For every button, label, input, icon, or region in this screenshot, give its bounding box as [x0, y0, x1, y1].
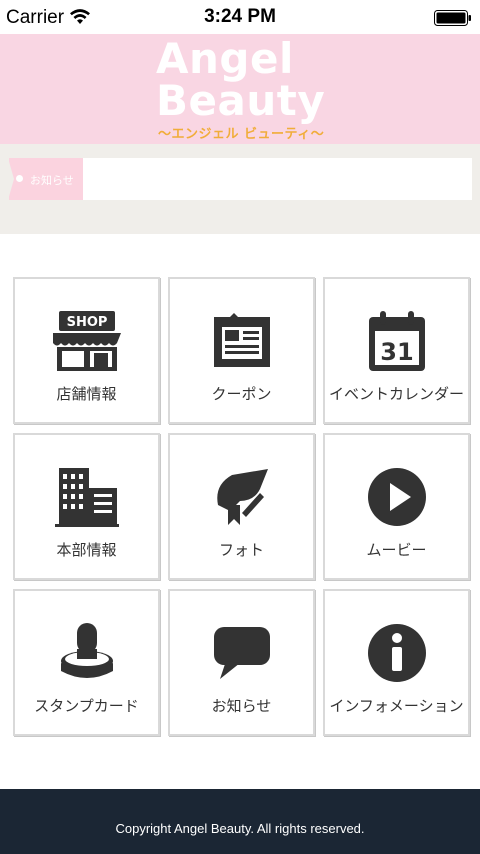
- notice-tag-label: お知らせ: [30, 174, 74, 187]
- menu-label: インフォメーション: [329, 697, 464, 715]
- menu-label: フォト: [218, 541, 264, 559]
- battery-icon: [434, 10, 471, 26]
- speech-bubble-icon: [170, 621, 313, 685]
- menu-label: スタンプカード: [34, 697, 139, 715]
- menu-label: イベントカレンダー: [328, 385, 464, 403]
- calendar-icon-text: 31: [380, 338, 413, 366]
- brand-line-1: Angel: [156, 34, 294, 83]
- notice-ticker[interactable]: お知らせ: [8, 158, 472, 200]
- status-bar: Carrier 3:24 PM: [0, 0, 480, 34]
- stamp-icon: [15, 621, 158, 685]
- footer: Copyright Angel Beauty. All rights reser…: [0, 789, 480, 854]
- tag-hole-icon: [16, 175, 23, 182]
- copyright-text: Copyright Angel Beauty. All rights reser…: [115, 821, 365, 836]
- shop-icon-text: SHOP: [66, 315, 107, 330]
- menu-tile-information[interactable]: インフォメーション: [323, 589, 470, 736]
- brand-line-2: Beauty: [156, 76, 326, 125]
- menu-tile-event-calendar[interactable]: 31 イベントカレンダー: [323, 277, 470, 424]
- notice-tag: お知らせ: [8, 158, 83, 200]
- menu-tile-headquarters-info[interactable]: 本部情報: [13, 433, 160, 580]
- menu-tile-coupon[interactable]: クーポン: [168, 277, 315, 424]
- photo-icon: [170, 465, 313, 529]
- menu-tile-shop-info[interactable]: SHOP 店舗情報: [13, 277, 160, 424]
- menu-label: お知らせ: [211, 697, 272, 715]
- clock-time: 3:24 PM: [204, 6, 276, 27]
- calendar-icon: 31: [325, 309, 468, 373]
- menu-label: クーポン: [211, 385, 272, 403]
- info-icon: [325, 621, 468, 685]
- menu-tile-photo[interactable]: フォト: [168, 433, 315, 580]
- shop-icon: SHOP: [15, 309, 158, 373]
- tag-notch: [8, 158, 14, 200]
- brand-subtitle: 〜エンジェル ビューティ〜: [158, 127, 325, 142]
- app-header: Angel Beauty 〜エンジェル ビューティ〜: [0, 34, 480, 144]
- menu-label: 店舗情報: [56, 385, 117, 403]
- menu-label: 本部情報: [56, 541, 117, 559]
- menu-tile-news[interactable]: お知らせ: [168, 589, 315, 736]
- brand-logo[interactable]: Angel Beauty: [156, 38, 325, 122]
- building-icon: [15, 465, 158, 529]
- notice-section: お知らせ: [0, 144, 480, 234]
- coupon-icon: [170, 309, 313, 373]
- menu-label: ムービー: [366, 541, 427, 559]
- menu-tile-movie[interactable]: ムービー: [323, 433, 470, 580]
- menu-tile-stamp-card[interactable]: スタンプカード: [13, 589, 160, 736]
- play-icon: [325, 465, 468, 529]
